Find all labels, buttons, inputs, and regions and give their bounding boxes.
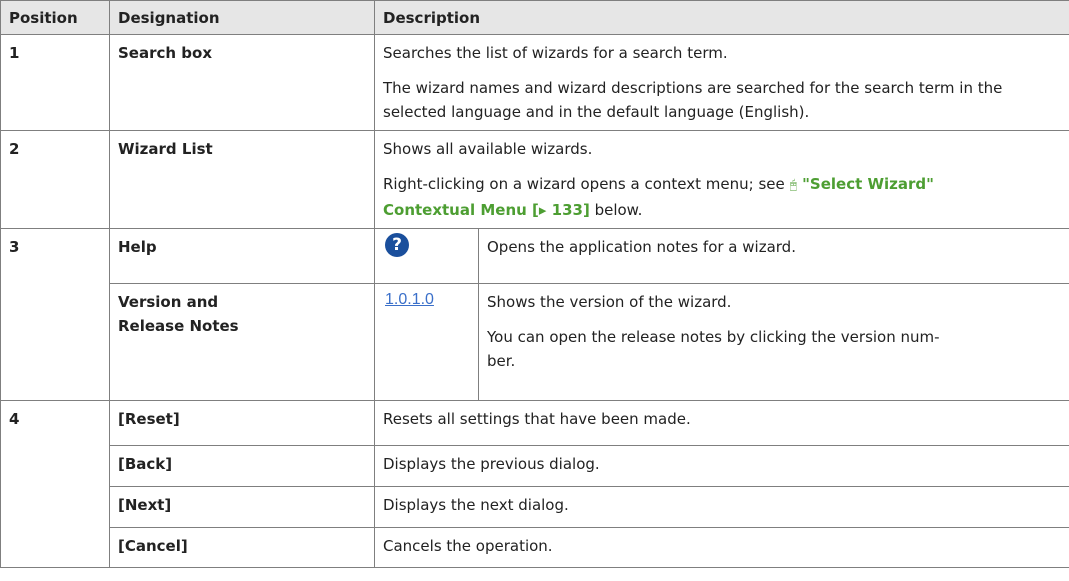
mouse-icon: 🖰 xyxy=(789,178,798,193)
designation-cell: [Next] xyxy=(109,486,375,528)
description-cell: Displays the next dialog. xyxy=(374,486,1069,528)
header-description: Description xyxy=(374,0,1069,35)
designation-cell: Help xyxy=(109,228,375,284)
description-cell: Searches the list of wizards for a searc… xyxy=(374,34,1069,131)
table-row: [Back] Displays the previous dialog. xyxy=(1,445,1069,487)
table-row: 1 Search box Searches the list of wizard… xyxy=(0,34,1069,131)
position-cell: 3 xyxy=(0,228,110,401)
designation-cell: Version and Release Notes xyxy=(109,283,375,401)
icon-cell: ? xyxy=(374,228,479,284)
description-cell: Shows the version of the wizard. You can… xyxy=(478,283,1069,401)
designation-cell: Search box xyxy=(109,34,375,131)
description-cell: Displays the previous dialog. xyxy=(374,445,1069,487)
position-cell: 2 xyxy=(0,130,110,229)
description-text: Shows the version of the wizard. xyxy=(487,293,732,311)
designation-cell: [Back] xyxy=(109,445,375,487)
designation-cell: Wizard List xyxy=(109,130,375,229)
position-cell: 1 xyxy=(0,34,110,131)
version-link[interactable]: 1.0.1.0 xyxy=(385,288,434,312)
header-position: Position xyxy=(0,0,110,35)
position-cell: 4 xyxy=(0,400,110,568)
description-text: Searches the list of wizards for a searc… xyxy=(383,44,728,62)
table-row: 3 Help ? Opens the application notes for… xyxy=(0,228,1069,401)
description-text: You can open the release notes by clicki… xyxy=(487,328,940,370)
description-text: Cancels the operation. xyxy=(383,537,553,555)
description-cell: Opens the application notes for a wizard… xyxy=(478,228,1069,284)
description-text: Resets all settings that have been made. xyxy=(383,410,691,428)
header-designation: Designation xyxy=(109,0,375,35)
designation-cell: [Cancel] xyxy=(109,527,375,568)
description-cell: Cancels the operation. xyxy=(374,527,1069,568)
table-row: 4 [Reset] Resets all settings that have … xyxy=(0,400,1069,568)
description-suffix: below. xyxy=(589,201,643,219)
table-row: [Cancel] Cancels the operation. xyxy=(1,527,1069,568)
description-cell: Resets all settings that have been made. xyxy=(374,400,1069,446)
description-text: Shows all available wizards. xyxy=(383,140,593,158)
description-text: Displays the next dialog. xyxy=(383,496,569,514)
table-row: Version and Release Notes 1.0.1.0 Shows t… xyxy=(1,283,1069,401)
designation-cell: [Reset] xyxy=(109,400,375,446)
header-row: Position Designation Description xyxy=(0,0,1069,35)
description-cell: Shows all available wizards. Right-click… xyxy=(374,130,1069,229)
description-text: Right-clicking on a wizard opens a conte… xyxy=(383,172,1061,222)
description-prefix: Right-clicking on a wizard opens a conte… xyxy=(383,175,790,193)
help-question-icon[interactable]: ? xyxy=(385,233,409,257)
table-row: 2 Wizard List Shows all available wizard… xyxy=(0,130,1069,229)
wizard-elements-table: Position Designation Description 1 Searc… xyxy=(0,0,1069,568)
icon-cell: 1.0.1.0 xyxy=(374,283,479,401)
description-text: Opens the application notes for a wizard… xyxy=(487,238,796,256)
description-text: The wizard names and wizard descriptions… xyxy=(383,79,1003,121)
table-row: [Next] Displays the next dialog. xyxy=(1,486,1069,528)
description-text: Displays the previous dialog. xyxy=(383,455,600,473)
